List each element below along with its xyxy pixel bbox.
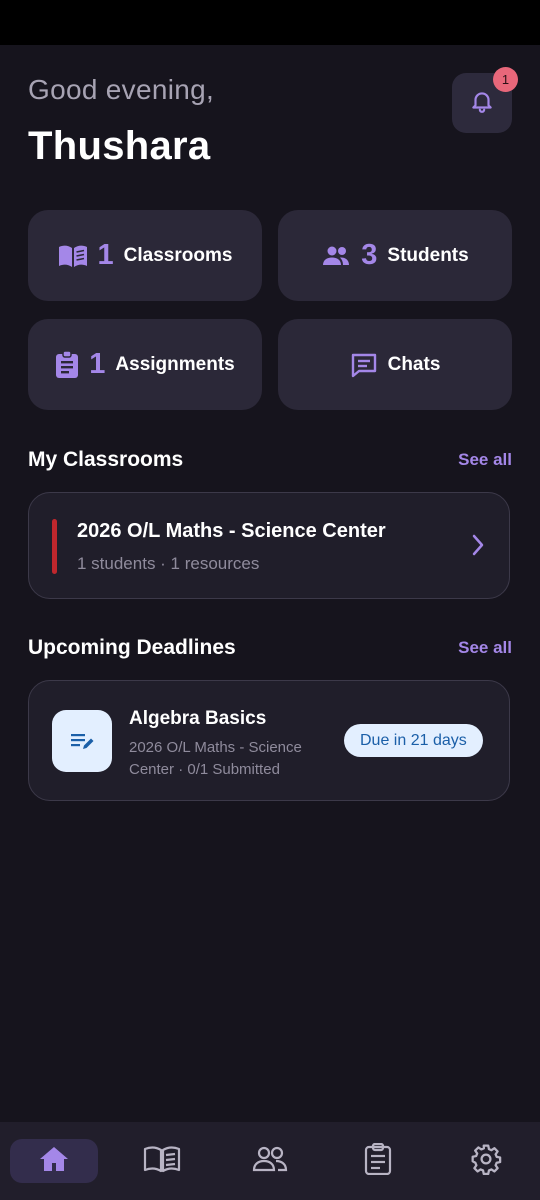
deadlines-see-all-link[interactable]: See all (458, 638, 512, 658)
chats-label: Chats (387, 353, 441, 375)
bell-icon (469, 87, 495, 120)
classrooms-see-all-link[interactable]: See all (458, 450, 512, 470)
classroom-card[interactable]: 2026 O/L Maths - Science Center 1 studen… (28, 492, 510, 599)
upcoming-deadlines-heading: Upcoming Deadlines (28, 636, 236, 659)
status-bar (0, 0, 540, 45)
people-icon (251, 1146, 289, 1177)
due-badge: Due in 21 days (344, 724, 483, 757)
students-label: Students (387, 244, 469, 266)
nav-settings[interactable] (442, 1139, 530, 1183)
classrooms-label: Classrooms (123, 244, 233, 266)
chat-icon (350, 352, 378, 378)
chevron-right-icon (471, 533, 485, 562)
students-stat-card[interactable]: 3 Students (278, 210, 512, 301)
clipboard-icon (55, 350, 79, 379)
deadline-title: Algebra Basics (129, 708, 267, 729)
classroom-accent-bar (52, 519, 57, 574)
settings-icon (470, 1143, 502, 1180)
assignments-count: 1 (89, 348, 106, 380)
bottom-navigation (0, 1122, 540, 1200)
chats-stat-card[interactable]: Chats (278, 319, 512, 410)
classroom-meta: 1 students · 1 resources (77, 554, 260, 573)
greeting-text: Good evening, (28, 74, 215, 105)
students-count: 3 (361, 239, 378, 271)
classrooms-stat-card[interactable]: 1 Classrooms (28, 210, 262, 301)
classrooms-count: 1 (97, 239, 114, 271)
clipboard-icon (363, 1142, 393, 1180)
people-icon (321, 245, 351, 267)
assignments-stat-card[interactable]: 1 Assignments (28, 319, 262, 410)
user-name: Thushara (28, 124, 211, 168)
notification-badge: 1 (493, 67, 518, 92)
assignments-label: Assignments (115, 353, 235, 375)
deadline-card[interactable]: Algebra Basics 2026 O/L Maths - Science … (28, 680, 510, 801)
nav-classrooms[interactable] (118, 1139, 206, 1183)
book-icon (143, 1145, 181, 1178)
nav-home[interactable] (10, 1139, 98, 1183)
book-open-icon (58, 244, 88, 268)
nav-assignments[interactable] (334, 1139, 422, 1183)
deadline-meta: 2026 O/L Maths - Science Center · 0/1 Su… (129, 739, 302, 778)
my-classrooms-heading: My Classrooms (28, 448, 184, 471)
home-icon (38, 1145, 70, 1178)
nav-students[interactable] (226, 1139, 314, 1183)
classroom-title: 2026 O/L Maths - Science Center (77, 520, 386, 542)
assignment-edit-icon (52, 710, 112, 772)
